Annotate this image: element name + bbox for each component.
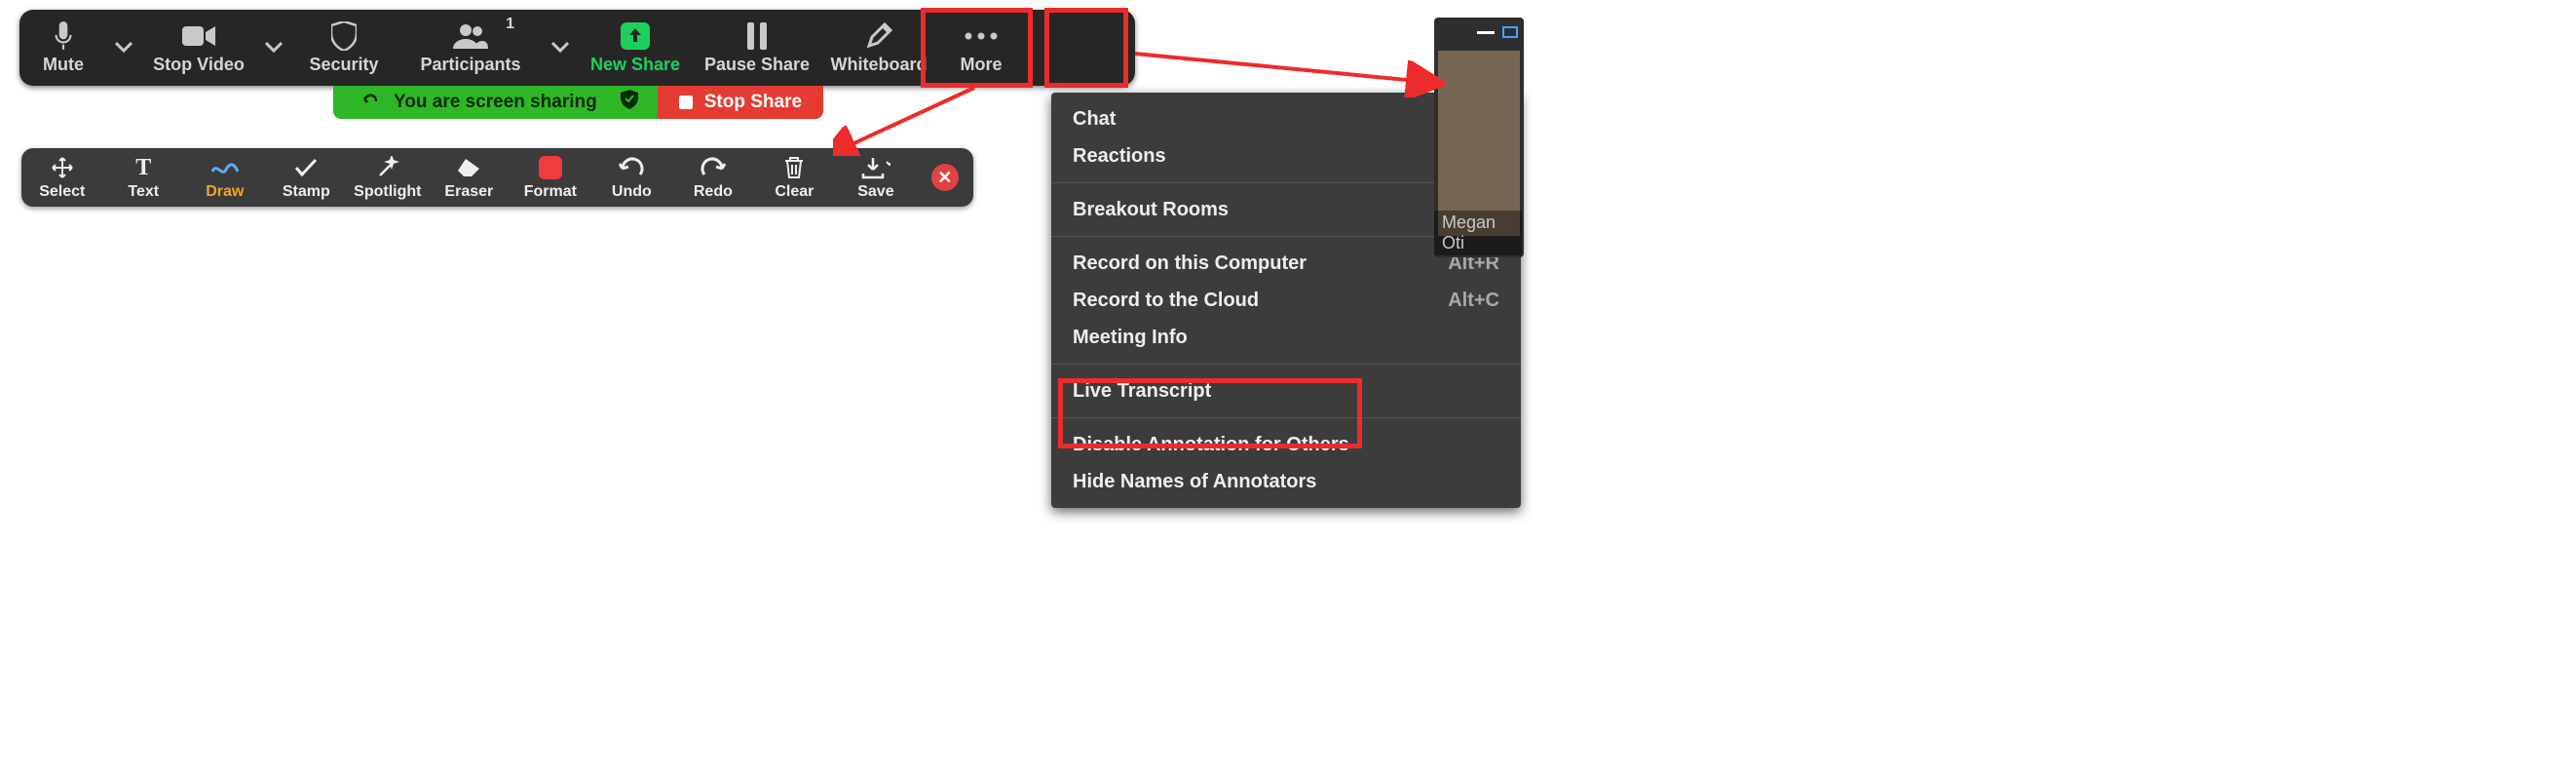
menu-hide-annotators[interactable]: Hide Names of Annotators [1051, 463, 1521, 500]
mic-icon [50, 19, 77, 53]
more-icon [964, 19, 999, 53]
ann-stamp-label: Stamp [283, 183, 330, 201]
maximize-icon[interactable] [1502, 26, 1518, 38]
menu-live-transcript-label: Live Transcript [1073, 380, 1211, 403]
share-status-strip: You are screen sharing Stop Share [333, 86, 823, 119]
stop-share-button[interactable]: Stop Share [658, 86, 823, 119]
security-button[interactable]: Security [290, 10, 398, 86]
security-label: Security [309, 55, 378, 75]
ann-stamp-button[interactable]: Stamp [266, 148, 348, 207]
checkmark-icon [294, 154, 318, 181]
trash-icon [783, 154, 805, 181]
video-caret[interactable] [257, 10, 290, 86]
pause-share-button[interactable]: Pause Share [694, 10, 820, 86]
menu-record-cloud-label: Record to the Cloud [1073, 290, 1259, 312]
video-icon [182, 19, 215, 53]
text-icon: T [135, 154, 151, 181]
new-share-button[interactable]: New Share [577, 10, 694, 86]
menu-disable-annotation-label: Disable Annotation for Others [1073, 434, 1349, 456]
menu-meeting-info[interactable]: Meeting Info [1051, 319, 1521, 356]
ann-text-label: Text [128, 183, 159, 201]
ann-save-label: Save [857, 183, 893, 201]
participants-badge: 1 [506, 16, 514, 33]
move-icon [51, 154, 74, 181]
ann-format-label: Format [524, 183, 577, 201]
redo-icon [701, 154, 726, 181]
sharing-text: You are screen sharing [394, 92, 597, 113]
ann-redo-button[interactable]: Redo [672, 148, 754, 207]
ann-close-button[interactable]: ✕ [917, 148, 973, 207]
shield-icon [331, 19, 357, 53]
menu-breakout-label: Breakout Rooms [1073, 199, 1229, 221]
more-button[interactable]: More [937, 10, 1025, 86]
more-label: More [960, 55, 1002, 75]
format-icon [539, 154, 562, 181]
wand-icon [376, 154, 399, 181]
mute-caret[interactable] [107, 10, 140, 86]
ann-text-button[interactable]: T Text [103, 148, 185, 207]
ann-undo-label: Undo [612, 183, 652, 201]
menu-record-local-label: Record on this Computer [1073, 252, 1307, 275]
participants-caret[interactable] [544, 10, 577, 86]
ann-clear-button[interactable]: Clear [754, 148, 836, 207]
participants-icon [453, 19, 488, 53]
shield-check-icon [621, 90, 638, 115]
ann-save-button[interactable]: Save [835, 148, 917, 207]
thumbnail-name: Megan Oti [1434, 211, 1522, 255]
share-toolbar: Mute Stop Video Security 1 Participants [19, 10, 1135, 86]
menu-separator [1051, 364, 1521, 365]
menu-record-cloud-hotkey: Alt+C [1448, 290, 1499, 312]
new-share-label: New Share [590, 55, 680, 75]
whiteboard-label: Whiteboard [831, 55, 928, 75]
pencil-icon [865, 19, 892, 53]
arrow-to-annotation-bar [833, 78, 999, 156]
stop-icon [679, 96, 693, 109]
pause-share-label: Pause Share [704, 55, 810, 75]
new-share-icon [621, 19, 650, 53]
menu-separator [1051, 417, 1521, 418]
mute-button[interactable]: Mute [19, 10, 107, 86]
ann-eraser-label: Eraser [444, 183, 493, 201]
ann-select-label: Select [39, 183, 85, 201]
minimize-icon[interactable] [1477, 31, 1495, 34]
ann-clear-label: Clear [775, 183, 814, 201]
participants-label: Participants [420, 55, 520, 75]
ann-undo-button[interactable]: Undo [591, 148, 673, 207]
menu-hide-annotators-label: Hide Names of Annotators [1073, 471, 1316, 493]
annotation-toolbar: Select T Text Draw Stamp Spotlight [21, 148, 973, 207]
undo-icon [619, 154, 644, 181]
return-icon [362, 92, 378, 113]
arrow-to-more-menu [1125, 39, 1457, 97]
participants-button[interactable]: 1 Participants [398, 10, 544, 86]
whiteboard-button[interactable]: Whiteboard [820, 10, 937, 86]
ann-select-button[interactable]: Select [21, 148, 103, 207]
ann-eraser-button[interactable]: Eraser [429, 148, 511, 207]
mute-label: Mute [43, 55, 84, 75]
menu-disable-annotation[interactable]: Disable Annotation for Others [1051, 426, 1521, 463]
ann-draw-button[interactable]: Draw [184, 148, 266, 207]
close-icon: ✕ [931, 164, 959, 191]
menu-meeting-info-label: Meeting Info [1073, 327, 1188, 349]
eraser-icon [456, 154, 481, 181]
ann-redo-label: Redo [694, 183, 733, 201]
draw-icon [211, 154, 239, 181]
menu-live-transcript[interactable]: Live Transcript [1051, 372, 1521, 409]
ann-draw-label: Draw [206, 183, 244, 201]
pause-icon [745, 19, 769, 53]
sharing-indicator: You are screen sharing [333, 86, 658, 119]
stop-video-label: Stop Video [153, 55, 245, 75]
ann-spotlight-button[interactable]: Spotlight [347, 148, 429, 207]
menu-chat-label: Chat [1073, 108, 1116, 131]
stop-video-button[interactable]: Stop Video [140, 10, 257, 86]
ann-spotlight-label: Spotlight [354, 183, 421, 201]
ann-format-button[interactable]: Format [510, 148, 591, 207]
download-icon [861, 154, 890, 181]
menu-reactions-label: Reactions [1073, 145, 1166, 168]
stop-share-label: Stop Share [704, 92, 802, 113]
menu-record-cloud[interactable]: Record to the Cloud Alt+C [1051, 282, 1521, 319]
